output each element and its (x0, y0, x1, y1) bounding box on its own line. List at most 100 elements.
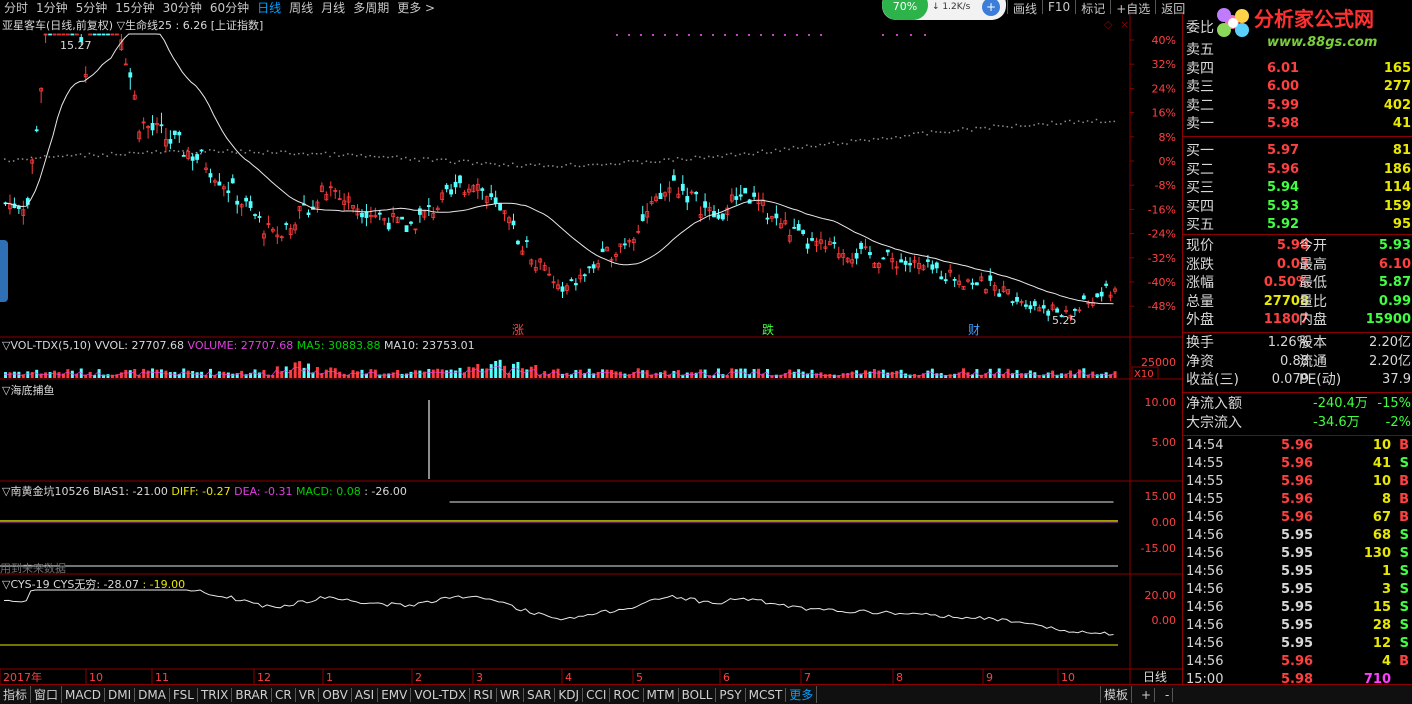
index-dot (12, 160, 15, 162)
template-button[interactable]: 模板 (1100, 686, 1133, 703)
indicator-tab-8[interactable]: CR (272, 687, 296, 702)
index-dot (378, 156, 380, 158)
candle-body (65, 33, 70, 36)
index-dot (872, 137, 875, 140)
index-dot (547, 165, 550, 167)
indicator-tab-6[interactable]: TRIX (198, 687, 233, 702)
tick-price: 5.96 (1281, 492, 1314, 507)
gold-pit-name[interactable]: ▽南黄金坑10526 (2, 485, 89, 498)
indicator-tab-10[interactable]: OBV (319, 687, 352, 702)
index-dot (436, 158, 438, 161)
volume-bar (39, 373, 43, 378)
volume-bar (409, 371, 413, 378)
event-marker[interactable]: 财 (968, 323, 980, 337)
tick-time: 14:56 (1186, 636, 1224, 651)
indicator-tab-3[interactable]: DMI (105, 687, 136, 702)
candle-body (1015, 296, 1019, 302)
index-dot (1077, 120, 1080, 122)
indicator-tab-14[interactable]: RSI (470, 687, 497, 702)
volume-bar (734, 369, 738, 378)
top-button-4[interactable]: 返回 (1155, 0, 1190, 16)
indicator-tab-7[interactable]: BRAR (232, 687, 273, 702)
network-speed: ↓ 1.2K/s (932, 2, 971, 12)
indicator-tab-22[interactable]: PSY (716, 687, 746, 702)
candle-body (110, 33, 115, 36)
side-expand-handle[interactable] (0, 240, 8, 302)
index-dot (623, 161, 625, 163)
indicator-tab-4[interactable]: DMA (135, 687, 170, 702)
close-icon[interactable]: × (1120, 18, 1129, 31)
diamond-icon[interactable]: ◇ (1104, 18, 1113, 31)
index-tag[interactable]: [上证指数] (211, 19, 264, 32)
indicator-tab-23[interactable]: MCST (746, 687, 787, 702)
candle-body (1032, 301, 1037, 307)
index-dot (396, 155, 398, 157)
zoom-out-button[interactable]: - (1162, 687, 1174, 702)
vol-name[interactable]: ▽VOL-TDX(5,10) (2, 339, 91, 352)
indicator-tab-13[interactable]: VOL-TDX (411, 687, 471, 702)
index-dot (1086, 120, 1089, 122)
candle-body (832, 242, 837, 244)
indicator-tab-21[interactable]: BOLL (679, 687, 717, 702)
macd-value: MACD: 0.08 (296, 485, 361, 498)
event-marker[interactable]: 跌 (762, 322, 774, 337)
indicator-tab-1[interactable]: 窗口 (31, 686, 63, 703)
volume-bar (48, 372, 52, 378)
indicator-tab-2[interactable]: MACD (62, 687, 106, 702)
volume-bar (730, 368, 734, 378)
more-indicators-tab[interactable]: 更多 (786, 686, 818, 703)
index-dot (284, 150, 287, 153)
haidi-name[interactable]: ▽海底捕鱼 (2, 384, 54, 397)
volume-bar (895, 370, 899, 378)
volume-bar (418, 370, 422, 378)
candle-body (930, 264, 935, 270)
index-dot (102, 153, 104, 155)
top-button-3[interactable]: +自选 (1110, 0, 1155, 16)
tick-volume: 41 (1372, 456, 1391, 471)
indicator-tab-9[interactable]: VR (296, 687, 320, 702)
candle-body (172, 130, 177, 136)
volume-bar (128, 370, 132, 378)
indicator-tab-0[interactable]: 指标 (0, 686, 32, 703)
index-dot (280, 150, 282, 152)
fund-label: 收益(三) (1186, 372, 1239, 389)
index-dot (1100, 121, 1102, 124)
cys-name[interactable]: ▽CYS-19 (2, 578, 50, 591)
indicator-tab-12[interactable]: EMV (378, 687, 412, 702)
indicator-tab-5[interactable]: FSL (170, 687, 198, 702)
index-dot (627, 159, 630, 162)
candle-body (881, 257, 886, 260)
tick-row: 14:55 5.96 41 S (1183, 455, 1412, 473)
indicator-tab-15[interactable]: WR (497, 687, 525, 702)
index-dot (155, 150, 158, 152)
index-dot (667, 158, 670, 160)
indicator-tab-20[interactable]: MTM (644, 687, 679, 702)
top-button-2[interactable]: 标记 (1075, 0, 1110, 16)
indicator-tab-17[interactable]: KDJ (555, 687, 584, 702)
fund-value: 2.20亿 (1369, 353, 1411, 369)
candle-body (150, 122, 155, 131)
zoom-in-button[interactable]: + (1138, 687, 1156, 702)
volume-bar (222, 371, 226, 378)
tick-volume: 10 (1372, 438, 1391, 453)
indicator-tab-16[interactable]: SAR (524, 687, 556, 702)
candle-body (400, 216, 404, 220)
y-tick-label: -24% (1148, 228, 1176, 241)
index-dot (115, 153, 117, 156)
indicator-tab-19[interactable]: ROC (610, 687, 644, 702)
x-axis-label: 11 (155, 671, 169, 684)
indicator-tab-18[interactable]: CCI (583, 687, 611, 702)
event-marker[interactable]: 涨 (512, 322, 524, 337)
top-button-0[interactable]: 画线 (1007, 0, 1042, 16)
tick-row: 14:56 5.96 67 B (1183, 509, 1412, 527)
volume-bar (592, 373, 596, 378)
index-dot (957, 129, 960, 132)
volume-bar (1028, 370, 1032, 378)
candle-body (159, 124, 164, 127)
volume-bar (191, 371, 195, 378)
indicator-tab-11[interactable]: ASI (352, 687, 379, 702)
index-dot (200, 152, 202, 155)
index-dot (128, 151, 131, 154)
top-button-1[interactable]: F10 (1042, 0, 1075, 14)
candle-body (208, 173, 213, 178)
